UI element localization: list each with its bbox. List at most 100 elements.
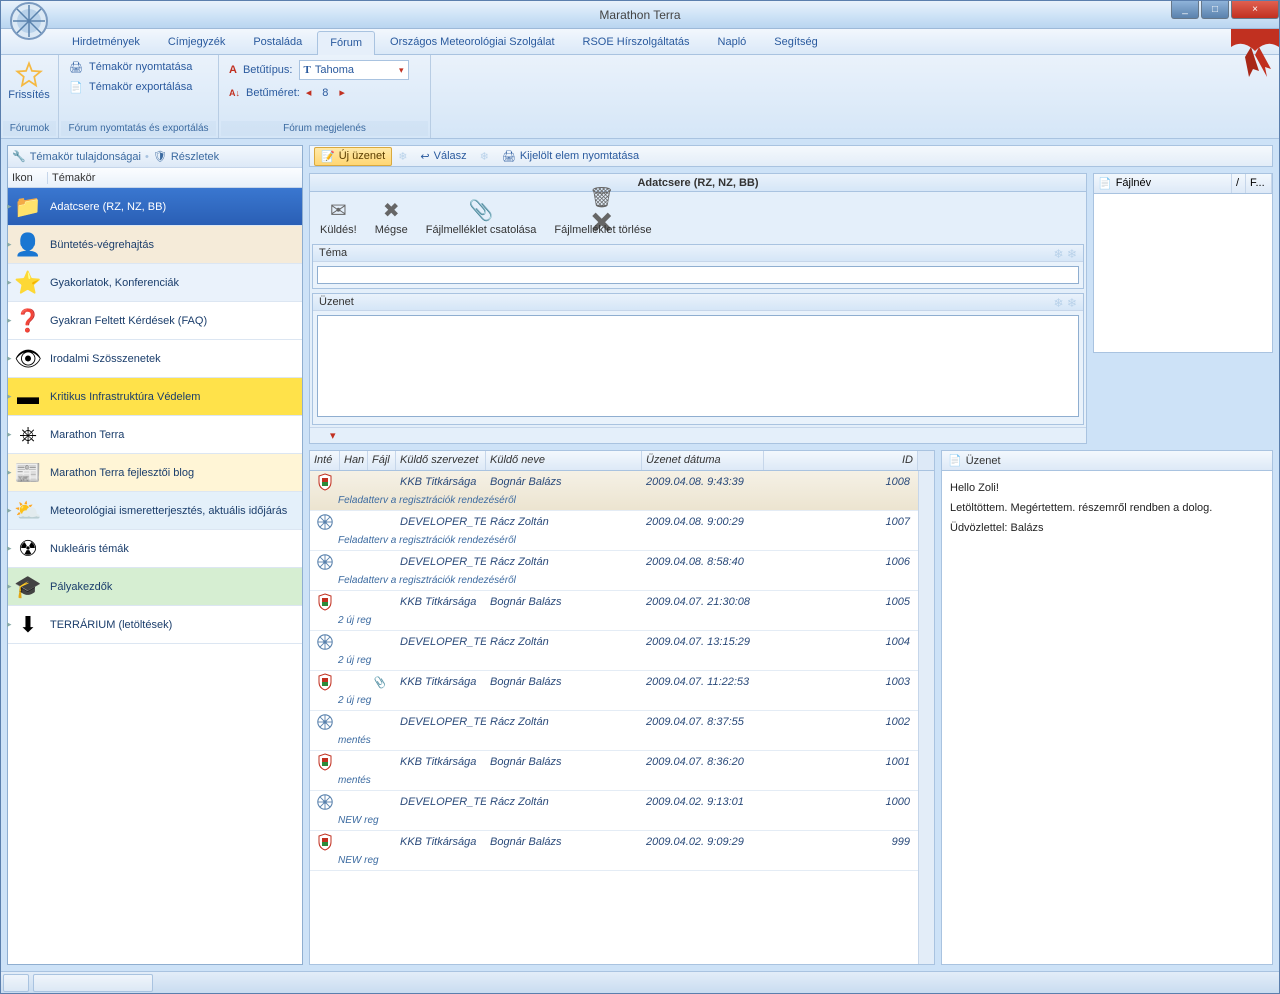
row-icon [310,753,340,771]
reply-icon: ↩ [420,150,429,163]
font-combo[interactable]: T Tahoma ▾ [299,60,409,80]
col-fajl[interactable]: Fájl [368,451,396,470]
row-name: Rácz Zoltán [486,516,642,528]
row-id: 1005 [764,596,918,608]
row-subject: 2 új reg [310,613,918,630]
col-inte[interactable]: Inté [310,451,340,470]
topic-properties-button[interactable]: Témakör tulajdonságai [30,151,141,163]
wrench-icon: 🔧 [12,150,26,163]
message-row[interactable]: DEVELOPER_TEARácz Zoltán2009.04.07. 8:37… [310,711,918,751]
topic-row[interactable]: ▸⬇TERRÁRIUM (letöltések) [8,606,302,644]
menu-tab[interactable]: Országos Meteorológiai Szolgálat [377,30,567,54]
send-button[interactable]: ✉Küldés! [320,198,357,236]
message-row[interactable]: DEVELOPER_TEARácz Zoltán2009.04.02. 9:13… [310,791,918,831]
row-date: 2009.04.07. 21:30:08 [642,596,764,608]
scrollbar[interactable] [918,471,934,964]
col-name[interactable]: Küldő neve [486,451,642,470]
refresh-label: Frissítés [8,89,50,101]
topic-label: Adatcsere (RZ, NZ, BB) [46,201,166,213]
menu-tab[interactable]: Postaláda [240,30,315,54]
topic-row[interactable]: ▸📰Marathon Terra fejlesztői blog [8,454,302,492]
message-textarea[interactable] [317,315,1079,417]
col-id[interactable]: ID [764,451,918,470]
topic-row[interactable]: ▸⎈Marathon Terra [8,416,302,454]
col-topic[interactable]: Témakör [48,172,302,184]
attach-file-button[interactable]: 📎Fájlmelléklet csatolása [426,198,537,236]
row-org: KKB Titkársága [396,676,486,688]
export-topic-button[interactable]: 📄 Témakör exportálása [61,77,216,97]
menu-tab[interactable]: Címjegyzék [155,30,238,54]
attach-col-filename[interactable]: Fájlnév [1116,177,1151,190]
subject-input[interactable] [317,266,1079,284]
row-subject: NEW reg [310,813,918,830]
topic-row[interactable]: ▸▬Kritikus Infrastruktúra Védelem [8,378,302,416]
row-date: 2009.04.08. 9:00:29 [642,516,764,528]
topic-row[interactable]: ▸📁Adatcsere (RZ, NZ, BB) [8,188,302,226]
size-decrease-button[interactable]: ◂ [306,86,312,99]
ribbon-group-forums: Fórumok [3,121,56,136]
printer-icon: 🖨 [69,60,83,74]
maximize-button[interactable]: □ [1201,1,1229,19]
menu-tab[interactable]: RSOE Hírszolgáltatás [570,30,703,54]
cancel-button[interactable]: ✖Mégse [375,198,408,236]
message-row[interactable]: KKB TitkárságaBognár Balázs2009.04.07. 8… [310,751,918,791]
attach-icon: 📎 [467,198,495,222]
message-row[interactable]: DEVELOPER_TEARácz Zoltán2009.04.08. 8:58… [310,551,918,591]
refresh-button[interactable]: Frissítés [3,57,55,105]
print-selected-button[interactable]: 🖨 Kijelölt elem nyomtatása [495,147,646,166]
menu-tab[interactable]: Segítség [761,30,830,54]
main-panel: 📝 Új üzenet ❄ ↩ Válasz ❄ 🖨 Kijelölt elem… [309,145,1273,965]
row-org: KKB Titkársága [396,836,486,848]
content-area: 🔧 Témakör tulajdonságai • 🛡 Részletek Ik… [1,139,1279,971]
topic-row[interactable]: ▸⛅Meteorológiai ismeretterjesztés, aktuá… [8,492,302,530]
topic-row[interactable]: ▸🎓Pályakezdők [8,568,302,606]
print-topic-button[interactable]: 🖨 Témakör nyomtatása [61,57,216,77]
new-message-button[interactable]: 📝 Új üzenet [314,147,392,166]
message-row[interactable]: KKB TitkárságaBognár Balázs2009.04.07. 2… [310,591,918,631]
row-icon [310,553,340,571]
topic-label: Büntetés-végrehajtás [46,239,154,251]
size-increase-button[interactable]: ▸ [339,86,345,99]
app-window: Marathon Terra _ □ × HirdetményekCímjegy… [0,0,1280,994]
col-han[interactable]: Han [340,451,368,470]
col-icon[interactable]: Ikon [8,172,48,184]
file-icon: 📄 [1098,177,1112,190]
col-date[interactable]: Üzenet dátuma [642,451,764,470]
message-row[interactable]: KKB TitkárságaBognár Balázs2009.04.08. 9… [310,471,918,511]
topic-row[interactable]: ▸👁Irodalmi Szösszenetek [8,340,302,378]
delete-attach-button[interactable]: 🗑✖Fájlmelléklet törlése [554,198,651,236]
row-name: Rácz Zoltán [486,716,642,728]
topic-details-button[interactable]: Részletek [171,151,219,163]
topic-row[interactable]: ▸☢Nukleáris témák [8,530,302,568]
app-title: Marathon Terra [599,8,680,22]
message-row[interactable]: DEVELOPER_TEARácz Zoltán2009.04.07. 13:1… [310,631,918,671]
status-cell[interactable] [3,974,29,992]
page-icon: 📄 [948,454,962,467]
menu-tab[interactable]: Hirdetmények [59,30,153,54]
reply-button[interactable]: ↩ Válasz [413,147,473,166]
menu-tab[interactable]: Napló [705,30,760,54]
minimize-button[interactable]: _ [1171,1,1199,19]
close-button[interactable]: × [1231,1,1279,19]
chevron-down-icon[interactable]: ▾ [330,429,336,442]
topic-label: Irodalmi Szösszenetek [46,353,161,365]
attach-col-f[interactable]: F... [1246,174,1272,193]
row-icon [310,713,340,731]
new-icon: 📝 [321,150,335,163]
row-name: Bognár Balázs [486,756,642,768]
font-a-icon: A [229,64,237,76]
row-org: DEVELOPER_TEA [396,716,486,728]
topic-row[interactable]: ▸⭐Gyakorlatok, Konferenciák [8,264,302,302]
message-row[interactable]: KKB TitkárságaBognár Balázs2009.04.02. 9… [310,831,918,871]
status-cell[interactable] [33,974,153,992]
row-icon [310,833,340,851]
topic-row[interactable]: ▸👤Büntetés-végrehajtás [8,226,302,264]
row-org: DEVELOPER_TEA [396,636,486,648]
message-row[interactable]: 📎KKB TitkárságaBognár Balázs2009.04.07. … [310,671,918,711]
col-org[interactable]: Küldő szervezet [396,451,486,470]
topic-row[interactable]: ▸❓Gyakran Feltett Kérdések (FAQ) [8,302,302,340]
menu-tab[interactable]: Fórum [317,31,375,55]
message-row[interactable]: DEVELOPER_TEARácz Zoltán2009.04.08. 9:00… [310,511,918,551]
row-subject: mentés [310,733,918,750]
row-org: DEVELOPER_TEA [396,796,486,808]
